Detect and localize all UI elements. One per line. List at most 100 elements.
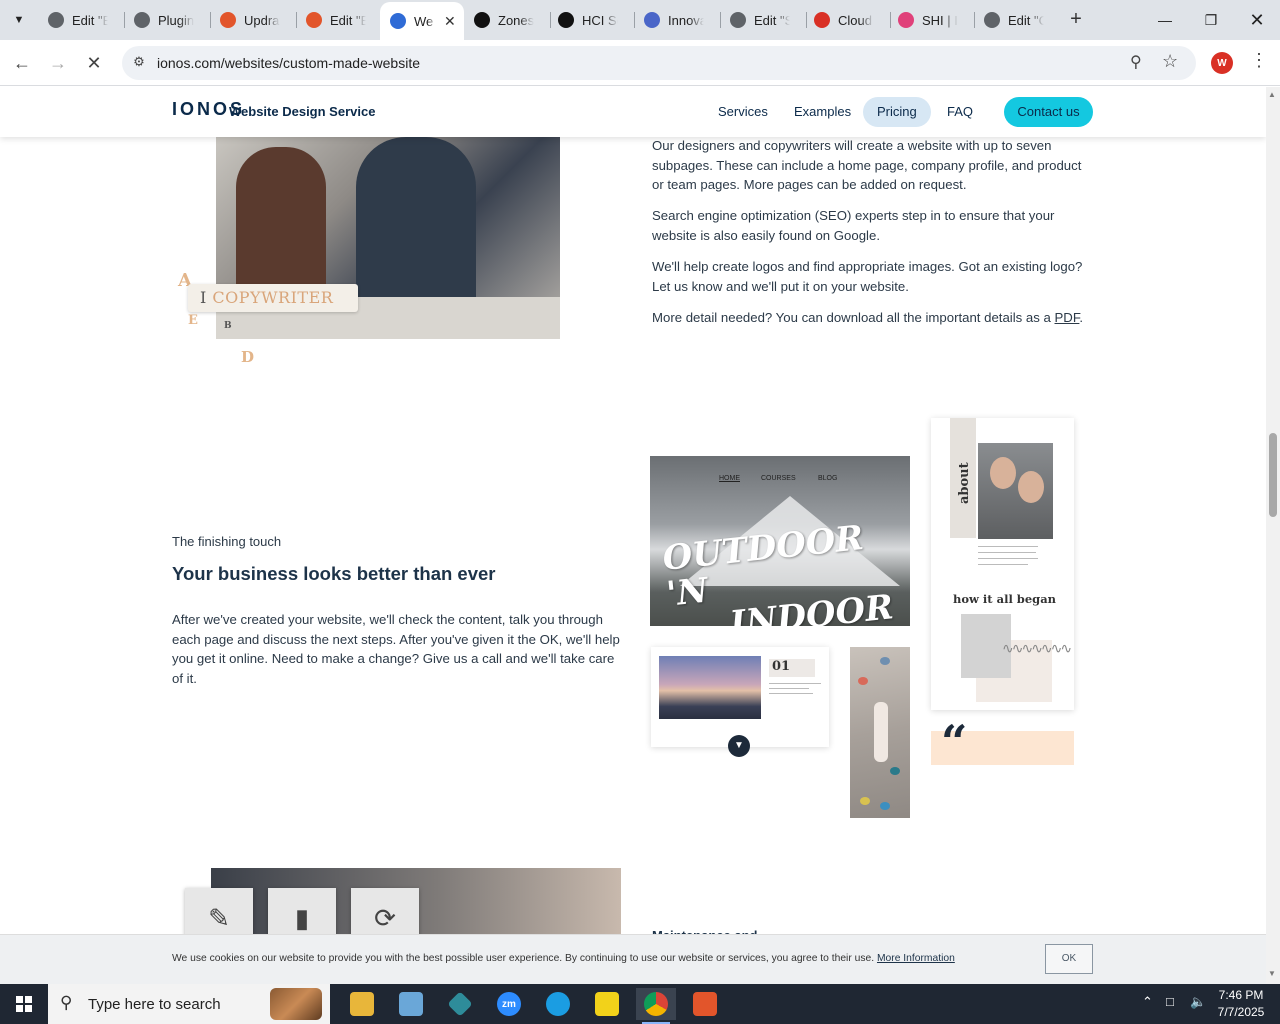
scroll-down-icon[interactable]: ▼ xyxy=(1268,969,1276,978)
browser-menu-icon[interactable]: ⋮ xyxy=(1250,50,1268,71)
tab-separator xyxy=(124,12,125,28)
taskbar-file-explorer[interactable] xyxy=(342,988,382,1020)
minimize-button[interactable]: — xyxy=(1142,0,1188,40)
site-info-icon[interactable]: ⚙ xyxy=(130,54,148,72)
ring-icon xyxy=(898,12,914,28)
paragraph-seo: Search engine optimization (SEO) experts… xyxy=(652,208,1055,243)
browser-tab[interactable]: Updraf xyxy=(212,6,292,34)
cookie-text: We use cookies on our website to provide… xyxy=(172,953,875,964)
scroll-up-icon[interactable]: ▲ xyxy=(1268,90,1276,99)
zigzag-decoration: ∿∿∿∿∿∿∿ xyxy=(1002,640,1072,656)
browser-tab[interactable]: Edit "El xyxy=(40,6,120,34)
web-page: IONOS Website Design Service Services Ex… xyxy=(0,87,1266,984)
chrome-icon xyxy=(644,992,668,1016)
chevron-down-icon: ▼ xyxy=(728,735,750,757)
close-tab-icon[interactable]: ✕ xyxy=(444,13,456,30)
address-bar[interactable]: ⚙ ionos.com/websites/custom-made-website… xyxy=(122,46,1196,80)
climbing-hold xyxy=(890,767,900,775)
cookie-ok-button[interactable]: OK xyxy=(1045,944,1093,974)
text-line xyxy=(769,688,809,689)
clock-date: 7/7/2025 xyxy=(1217,1005,1265,1019)
tab-title: HCI So xyxy=(582,12,618,28)
climbing-hold xyxy=(880,802,890,810)
tab-title: Edit "El xyxy=(330,12,366,28)
url-text[interactable]: ionos.com/websites/custom-made-website xyxy=(157,55,420,71)
nav-services[interactable]: Services xyxy=(704,97,782,127)
deco-letter-e: E xyxy=(188,313,198,328)
restore-button[interactable]: ❐ xyxy=(1188,0,1234,40)
tab-title: We xyxy=(414,13,434,29)
globe-icon xyxy=(48,12,64,28)
paint-icon xyxy=(399,992,423,1016)
browser-tab[interactable]: Edit "St xyxy=(722,6,802,34)
scrollbar-thumb[interactable] xyxy=(1269,433,1277,517)
show-hidden-icons-icon[interactable]: ⌃ xyxy=(1142,994,1153,1010)
quote-icon: “ xyxy=(941,715,968,769)
diamond-app-icon xyxy=(447,991,473,1017)
z-icon xyxy=(474,12,490,28)
deco-letter-d: D xyxy=(241,348,255,366)
start-button[interactable] xyxy=(0,984,48,1024)
new-tab-button[interactable]: + xyxy=(1064,8,1088,32)
browser-tab[interactable]: Zones xyxy=(466,6,546,34)
nav-examples[interactable]: Examples xyxy=(780,97,865,127)
person-left xyxy=(236,147,326,297)
browser-tab[interactable]: HCI So xyxy=(550,6,630,34)
nav-faq[interactable]: FAQ xyxy=(933,97,987,127)
taskbar-app-orange[interactable] xyxy=(685,988,725,1020)
bookmark-star-icon[interactable]: ☆ xyxy=(1162,51,1178,72)
back-button[interactable]: ← xyxy=(7,48,37,78)
edge-icon xyxy=(546,992,570,1016)
outdoor-website-mockup: HOME COURSES BLOG OUTDOOR 'N INDOOR xyxy=(650,456,910,626)
text-line xyxy=(769,693,813,694)
tab-separator xyxy=(210,12,211,28)
browser-tab[interactable]: Edit "El xyxy=(298,6,378,34)
climbing-hold xyxy=(880,657,890,665)
logo-subtitle[interactable]: Website Design Service xyxy=(229,104,375,119)
stop-loading-button[interactable]: ✕ xyxy=(79,48,109,78)
tab-title: Zones xyxy=(498,12,534,28)
more-information-link[interactable]: More Information xyxy=(877,953,955,964)
page-scrollbar[interactable]: ▲ ▼ xyxy=(1266,87,1280,984)
contact-us-button[interactable]: Contact us xyxy=(1004,97,1093,127)
taskbar-paint[interactable] xyxy=(391,988,431,1020)
taskbar-chrome[interactable] xyxy=(636,988,676,1024)
clock-time: 7:46 PM xyxy=(1218,988,1264,1002)
browser-tab[interactable]: Innova xyxy=(636,6,716,34)
cookie-message: We use cookies on our website to provide… xyxy=(172,953,955,964)
forward-button[interactable]: → xyxy=(43,48,73,78)
taskbar-search[interactable]: ⚲ Type here to search xyxy=(48,984,330,1024)
mockup-nav-courses: COURSES xyxy=(761,475,796,482)
square-icon xyxy=(306,12,322,28)
taskbar-app-diamond[interactable] xyxy=(440,988,480,1020)
taskbar-edge[interactable] xyxy=(538,988,578,1020)
chocolate-treat-icon[interactable] xyxy=(270,988,322,1020)
browser-tab[interactable]: Plugins xyxy=(126,6,206,34)
search-icon[interactable]: ⚲ xyxy=(1130,52,1142,72)
globe-icon xyxy=(134,12,150,28)
ionos-icon xyxy=(390,13,406,29)
pdf-link[interactable]: PDF xyxy=(1055,310,1080,325)
paragraph-logos: We'll help create logos and find appropr… xyxy=(652,259,1083,294)
taskbar-clock[interactable]: 7:46 PM 7/7/2025 xyxy=(1210,987,1272,1021)
text-line xyxy=(978,552,1036,553)
browser-tab[interactable]: We ✕ xyxy=(380,2,464,40)
face-left xyxy=(990,457,1016,489)
profile-avatar[interactable]: W xyxy=(1211,52,1233,74)
taskbar-zoom[interactable]: zm xyxy=(489,988,529,1020)
tab-search-chevron-icon[interactable]: ▼ xyxy=(6,8,32,32)
network-icon[interactable]: □ xyxy=(1166,994,1174,1009)
browser-tab[interactable]: Cloud xyxy=(806,6,886,34)
browser-tab[interactable]: Edit "C xyxy=(976,6,1056,34)
close-window-button[interactable]: ✕ xyxy=(1234,0,1280,40)
text-line xyxy=(978,546,1038,547)
section-heading: Your business looks better than ever xyxy=(172,563,496,584)
nav-pricing[interactable]: Pricing xyxy=(863,97,931,127)
search-icon: ⚲ xyxy=(60,993,73,1012)
volume-icon[interactable]: 🔈 xyxy=(1190,994,1206,1010)
tab-separator xyxy=(634,12,635,28)
taskbar-sticky-notes[interactable] xyxy=(587,988,627,1020)
browser-tab[interactable]: SHI | In xyxy=(890,6,970,34)
sticky-notes-icon xyxy=(595,992,619,1016)
tab-strip: ▼ Edit "El Plugins Updraf Edit "El We ✕ Zones H… xyxy=(0,0,1280,40)
